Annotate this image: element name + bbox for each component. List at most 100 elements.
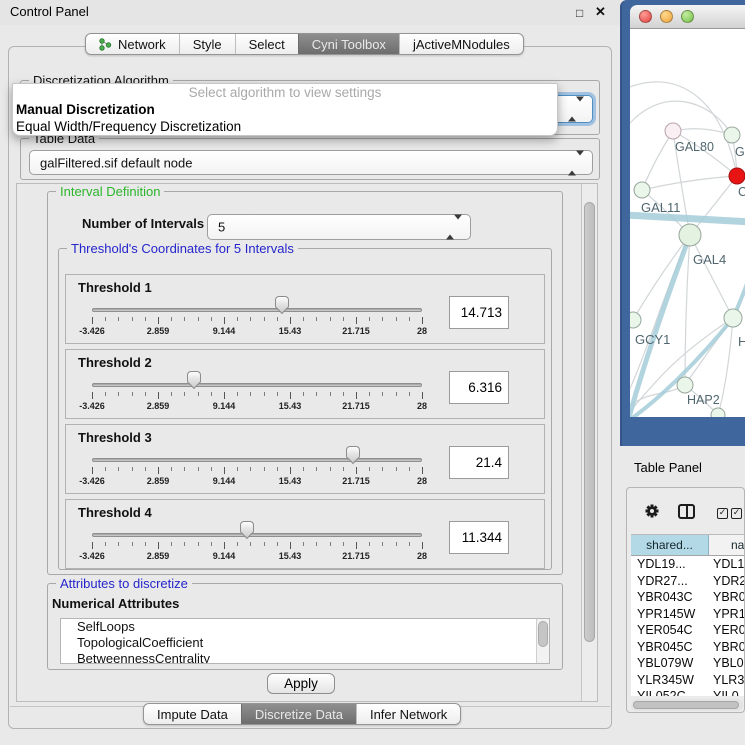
network-canvas[interactable]: GAL80 G C GAL11 GAL4 GCY1 H HAP2 — [630, 29, 745, 417]
column-header-name[interactable]: na... — [709, 535, 745, 555]
threshold-label: Threshold 3 — [78, 430, 152, 445]
slider-track[interactable] — [92, 383, 422, 387]
slider-tick — [171, 392, 172, 396]
table-data-combobox[interactable]: galFiltered.sif default node — [29, 150, 593, 175]
tab-select[interactable]: Select — [235, 34, 298, 54]
dropdown-item-manual-discretization[interactable]: Manual Discretization — [13, 101, 557, 118]
slider-tick — [369, 317, 370, 321]
slider-tick — [211, 392, 212, 396]
slider-track[interactable] — [92, 458, 422, 462]
number-of-intervals-value: 5 — [218, 220, 225, 235]
float-window-icon[interactable]: □ — [576, 6, 583, 20]
apply-button[interactable]: Apply — [267, 673, 335, 694]
node-gcy1[interactable] — [630, 312, 641, 328]
slider-track[interactable] — [92, 533, 422, 537]
table-row[interactable]: YBR043CYBR0... — [631, 589, 745, 606]
cell-shared-name: YBR043C — [631, 590, 709, 604]
slider-tick — [118, 317, 119, 321]
node-hap2[interactable] — [677, 377, 693, 393]
slider-tick-label: 2.859 — [136, 551, 180, 561]
slider-tick — [132, 467, 133, 471]
slider-tick — [277, 542, 278, 546]
scrollbar-thumb[interactable] — [584, 202, 595, 642]
slider-track[interactable] — [92, 308, 422, 312]
close-icon[interactable]: ✕ — [595, 4, 606, 20]
split-columns-icon[interactable] — [678, 504, 695, 519]
attributes-group-title: Attributes to discretize — [56, 576, 192, 591]
dropdown-placeholder-item[interactable]: Select algorithm to view settings — [13, 84, 557, 101]
node-right-mid[interactable] — [724, 309, 742, 327]
slider-tick — [145, 542, 146, 546]
table-row[interactable]: YBR045CYBR0... — [631, 639, 745, 656]
table-row[interactable]: YPR145WYPR1... — [631, 606, 745, 623]
slider-tick — [382, 467, 383, 471]
tab-impute-data[interactable]: Impute Data — [144, 704, 241, 724]
tab-jactivemnodules[interactable]: jActiveMNodules — [399, 34, 523, 54]
zoom-traffic-light[interactable] — [681, 10, 694, 23]
slider-tick — [422, 317, 423, 324]
scrollbar-thumb[interactable] — [633, 701, 739, 709]
slider-tick — [409, 392, 410, 396]
cell-name: YER0... — [709, 623, 745, 637]
vertical-scrollbar[interactable] — [581, 184, 597, 701]
slider-tick-label: 15.43 — [268, 326, 312, 336]
attribute-list-item[interactable]: SelfLoops — [61, 619, 549, 635]
slider-tick-label: 21.715 — [334, 551, 378, 561]
slider-thumb[interactable] — [187, 371, 201, 393]
numerical-attributes-list[interactable]: SelfLoopsTopologicalCoefficientBetweenne… — [60, 618, 550, 664]
minimize-traffic-light[interactable] — [660, 10, 673, 23]
slider-thumb[interactable] — [346, 446, 360, 468]
node-partial-bottom[interactable] — [711, 408, 725, 417]
node-partial-top-right[interactable] — [724, 127, 740, 143]
table-row[interactable]: YER054CYER0... — [631, 622, 745, 639]
slider-tick — [316, 317, 317, 321]
table-row[interactable]: YBL079WYBL0... — [631, 655, 745, 672]
gear-icon[interactable] — [644, 503, 660, 524]
table-row[interactable]: YDR27...YDR2... — [631, 573, 745, 590]
tab-style[interactable]: Style — [179, 34, 235, 54]
horizontal-scrollbar[interactable] — [631, 699, 743, 711]
close-traffic-light[interactable] — [639, 10, 652, 23]
scrollbar-thumb[interactable] — [538, 621, 548, 647]
attributes-group: Attributes to discretize Numerical Attri… — [47, 583, 563, 670]
cell-shared-name: YLR345W — [631, 673, 709, 687]
node-gal80[interactable] — [665, 123, 681, 139]
slider-tick — [303, 392, 304, 396]
node-gal11[interactable] — [634, 182, 650, 198]
table-row[interactable]: YLR345WYLR3... — [631, 672, 745, 689]
slider-tick — [198, 542, 199, 546]
threshold-value-field[interactable]: 6.316 — [449, 371, 509, 404]
attribute-list-scrollbar[interactable] — [536, 619, 549, 663]
checkbox-icon[interactable] — [717, 508, 728, 519]
cell-name: YLR3... — [709, 673, 745, 687]
tab-cyni-toolbox[interactable]: Cyni Toolbox — [298, 34, 399, 54]
attribute-list-item[interactable]: TopologicalCoefficient — [61, 635, 549, 651]
column-header-shared-name[interactable]: shared... — [631, 535, 709, 555]
network-window-titlebar[interactable] — [630, 5, 745, 29]
slider-tick — [224, 392, 225, 399]
attribute-list-item[interactable]: BetweennessCentrality — [61, 651, 549, 664]
cell-name: YPR1... — [709, 607, 745, 621]
checkbox-icon[interactable] — [731, 508, 742, 519]
table-row[interactable]: YDL19...YDL1... — [631, 556, 745, 573]
dropdown-item-equal-width-frequency[interactable]: Equal Width/Frequency Discretization — [13, 118, 557, 135]
tab-network[interactable]: Network — [86, 34, 179, 54]
slider-tick-label: 9.144 — [202, 551, 246, 561]
slider-tick — [422, 392, 423, 399]
tab-discretize-data[interactable]: Discretize Data — [241, 704, 356, 724]
node-label-gal11: GAL11 — [641, 200, 681, 215]
threshold-value-field[interactable]: 14.713 — [449, 296, 509, 329]
slider-tick-label: 28 — [400, 476, 444, 486]
slider-thumb[interactable] — [240, 521, 254, 543]
node-red-selected[interactable] — [729, 168, 745, 184]
table-row[interactable]: YIL052CYIL0... — [631, 688, 745, 696]
combo-arrows-icon — [568, 155, 584, 170]
threshold-value-field[interactable]: 11.344 — [449, 521, 509, 554]
slider-thumb[interactable] — [275, 296, 289, 318]
number-of-intervals-combobox[interactable]: 5 — [207, 214, 471, 240]
slider-tick-label: 15.43 — [268, 476, 312, 486]
node-gal4[interactable] — [679, 224, 701, 246]
threshold-value-field[interactable]: 21.4 — [449, 446, 509, 479]
tab-infer-network[interactable]: Infer Network — [356, 704, 460, 724]
slider-tick — [118, 542, 119, 546]
